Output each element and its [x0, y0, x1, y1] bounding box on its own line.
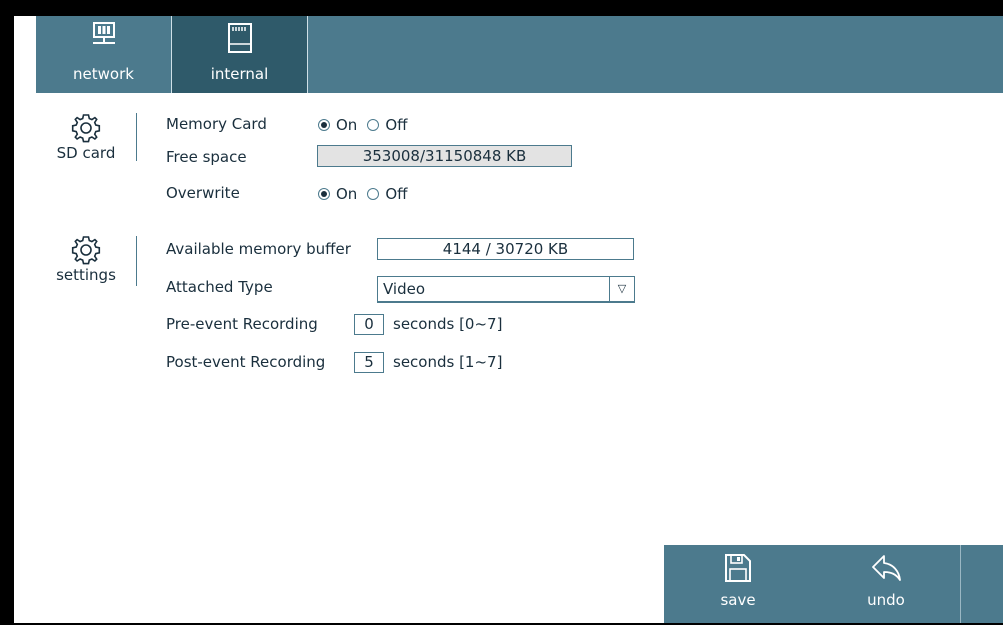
memory-card-label: Memory Card: [166, 115, 267, 133]
network-icon: [89, 22, 119, 50]
overwrite-off-label: Off: [385, 185, 408, 203]
tab-network[interactable]: network: [36, 16, 171, 93]
action-bar: save undo: [664, 545, 1003, 623]
gear-icon: [71, 114, 101, 143]
sd-card-divider: [136, 113, 137, 161]
buffer-label: Available memory buffer: [166, 240, 351, 258]
tab-internal-label: internal: [210, 65, 269, 83]
overwrite-off-radio[interactable]: [367, 188, 380, 200]
sd-card-icon: [227, 22, 253, 58]
overwrite-on-radio[interactable]: [318, 188, 330, 200]
undo-button[interactable]: undo: [812, 545, 960, 623]
post-event-unit: seconds [1~7]: [393, 353, 503, 371]
undo-label: undo: [867, 591, 905, 609]
dropdown-arrow-icon[interactable]: ▽: [609, 277, 634, 301]
post-event-label: Post-event Recording: [166, 353, 326, 371]
action-divider: [960, 545, 961, 623]
save-label: save: [720, 591, 756, 609]
overwrite-radio-group: On Off: [318, 185, 417, 203]
memory-card-on-label: On: [336, 116, 358, 134]
overwrite-label: Overwrite: [166, 184, 240, 202]
memory-card-off-radio[interactable]: [367, 119, 380, 131]
free-space-value: 353008/31150848 KB: [317, 145, 572, 167]
settings-divider: [136, 236, 137, 286]
settings-section-label: settings: [56, 266, 116, 284]
post-event-input[interactable]: 5: [354, 352, 384, 373]
attached-type-select[interactable]: Video ▽: [377, 276, 635, 303]
gear-icon: [71, 236, 101, 265]
settings-section: settings: [36, 234, 136, 284]
pre-event-unit: seconds [0~7]: [393, 315, 503, 333]
buffer-value: 4144 / 30720 KB: [377, 238, 634, 260]
save-button[interactable]: save: [664, 545, 812, 623]
save-icon: [724, 553, 752, 587]
undo-icon: [870, 553, 902, 587]
attached-type-label: Attached Type: [166, 278, 273, 296]
main-window: network internal SD card Memory Card On …: [14, 16, 1003, 623]
memory-card-on-radio[interactable]: [318, 119, 330, 131]
attached-type-value: Video: [383, 280, 426, 298]
tab-internal[interactable]: internal: [171, 16, 308, 93]
sd-card-section: SD card: [36, 112, 136, 162]
tab-network-label: network: [73, 65, 134, 83]
pre-event-label: Pre-event Recording: [166, 315, 318, 333]
free-space-label: Free space: [166, 148, 247, 166]
top-tab-bar: network internal: [36, 16, 1003, 93]
memory-card-radio-group: On Off: [318, 116, 417, 134]
memory-card-off-label: Off: [385, 116, 408, 134]
sd-card-section-label: SD card: [56, 144, 116, 162]
pre-event-input[interactable]: 0: [354, 314, 384, 335]
overwrite-on-label: On: [336, 185, 358, 203]
